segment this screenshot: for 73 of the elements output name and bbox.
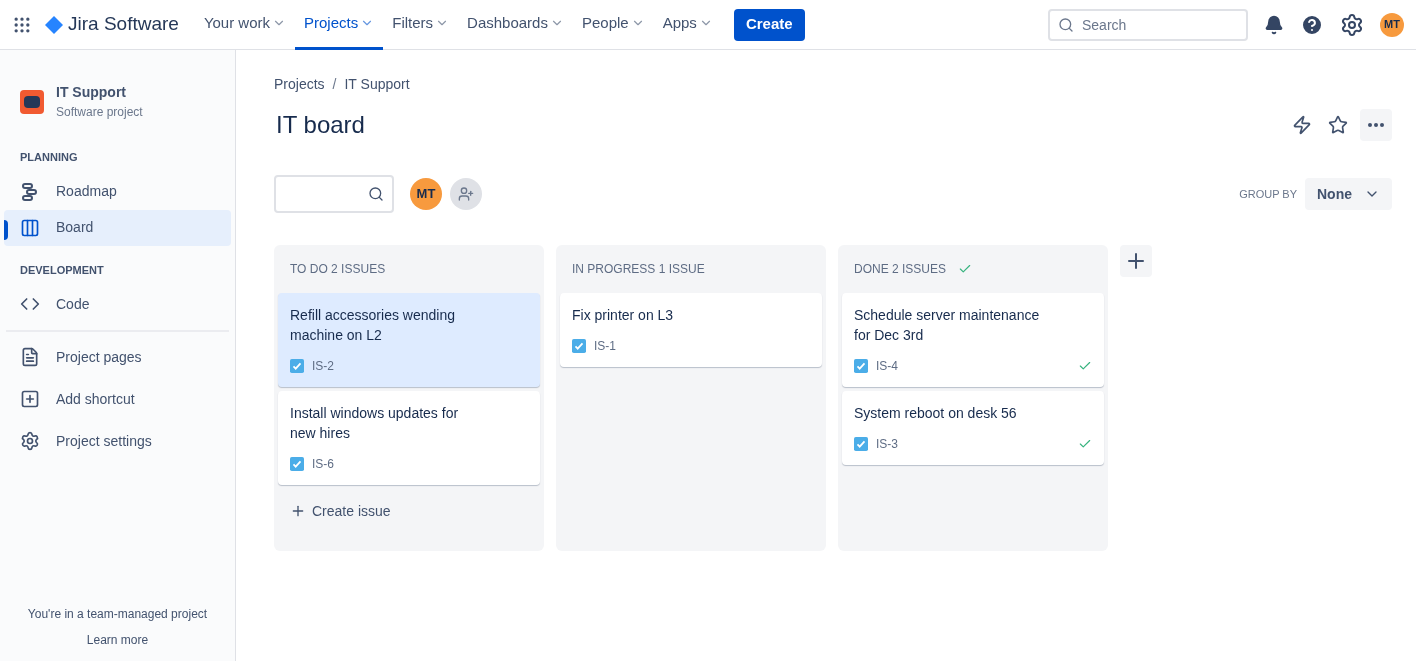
add-icon (20, 389, 40, 409)
notification-icon[interactable] (1264, 14, 1284, 35)
task-icon (290, 457, 304, 471)
nav-menu[interactable]: Filters (383, 0, 459, 50)
issue-title: Install windows updates for new hires (290, 404, 460, 443)
issue-card[interactable]: System reboot on desk 56 IS-3 (842, 391, 1104, 465)
nav-menu[interactable]: Dashboards (458, 0, 573, 50)
column-title: IN PROGRESS 1 ISSUE (572, 261, 705, 278)
sidebar-link[interactable]: Project pages (4, 336, 231, 378)
issue-card[interactable]: Install windows updates for new hires IS-6 (278, 391, 540, 485)
task-icon (572, 339, 586, 353)
issue-key: IS-2 (312, 357, 334, 375)
add-person-icon (458, 186, 474, 202)
create-button[interactable]: Create (733, 8, 805, 41)
more-button[interactable] (1360, 109, 1392, 141)
nav-menu[interactable]: People (572, 0, 654, 50)
issue-key: IS-3 (876, 435, 898, 453)
section-heading: DEVELOPMENT (19, 262, 105, 278)
issue-card[interactable]: Fix printer on L3 IS-1 (560, 293, 822, 367)
plus-icon (290, 503, 306, 519)
search-icon (1058, 16, 1074, 33)
user-avatar[interactable]: MT (1380, 12, 1404, 37)
project-type: Software project (56, 104, 143, 121)
user-avatar[interactable]: MT (410, 178, 442, 210)
search-icon (368, 186, 384, 202)
star-icon[interactable] (1328, 115, 1348, 135)
breadcrumb-separator: / (332, 75, 337, 94)
task-icon (854, 359, 868, 373)
board-search-field[interactable] (274, 175, 394, 213)
issue-title: Fix printer on L3 (572, 306, 675, 325)
product-name[interactable]: Jira Software (68, 10, 179, 39)
board-icon (20, 217, 40, 238)
sidebar-item[interactable]: Roadmap (4, 173, 231, 210)
search-field[interactable]: Search (1048, 8, 1248, 41)
project-avatar (20, 89, 44, 114)
breadcrumb-link[interactable]: Projects (274, 74, 325, 95)
group-by-label: GROUP BY (1239, 186, 1297, 202)
issue-card[interactable]: Refill accessories wending machine on L2 IS-2 (278, 293, 540, 387)
more-icon (1368, 123, 1384, 127)
footer-text: You're in a team-managed project (27, 606, 208, 623)
settings-icon[interactable] (1340, 12, 1364, 37)
sidebar-item[interactable]: Code (4, 286, 231, 322)
task-icon (854, 437, 868, 451)
section-heading: PLANNING (19, 150, 79, 165)
add-people-button[interactable] (450, 178, 482, 210)
breadcrumb-link[interactable]: IT Support (344, 74, 410, 95)
nav-menu[interactable]: Apps (653, 0, 722, 50)
create-issue-button[interactable]: Create issue (278, 493, 540, 529)
project-name: IT Support (56, 83, 127, 102)
add-column-button[interactable] (1120, 245, 1152, 277)
issue-card[interactable]: Schedule server maintenance for Dec 3rd IS-4 (842, 293, 1104, 387)
group-by-dropdown[interactable]: None (1305, 178, 1392, 210)
task-icon (290, 359, 304, 373)
sidebar-link[interactable]: Project settings (4, 420, 231, 462)
sidebar-link[interactable]: Add shortcut (4, 378, 231, 420)
learn-more-link[interactable]: Learn more (86, 631, 149, 649)
issue-key: IS-4 (876, 357, 898, 375)
lightning-icon[interactable] (1292, 115, 1312, 135)
logo-icon (44, 14, 64, 35)
issue-key: IS-1 (594, 337, 616, 355)
sidebar-item[interactable]: Board (4, 209, 231, 246)
issue-title: Refill accessories wending machine on L2 (290, 306, 456, 345)
settings-icon (20, 431, 40, 451)
roadmap-icon (20, 181, 40, 202)
issue-title: System reboot on desk 56 (854, 404, 1018, 423)
done-check-icon (958, 262, 973, 276)
page-icon (20, 347, 40, 367)
issue-title: Schedule server maintenance for Dec 3rd (854, 306, 1041, 345)
board-title: IT board (276, 110, 365, 140)
column-title: TO DO 2 ISSUES (290, 261, 386, 278)
nav-menu[interactable]: Your work (194, 0, 296, 50)
issue-key: IS-6 (312, 455, 334, 473)
column-title: DONE 2 ISSUES (854, 261, 947, 278)
